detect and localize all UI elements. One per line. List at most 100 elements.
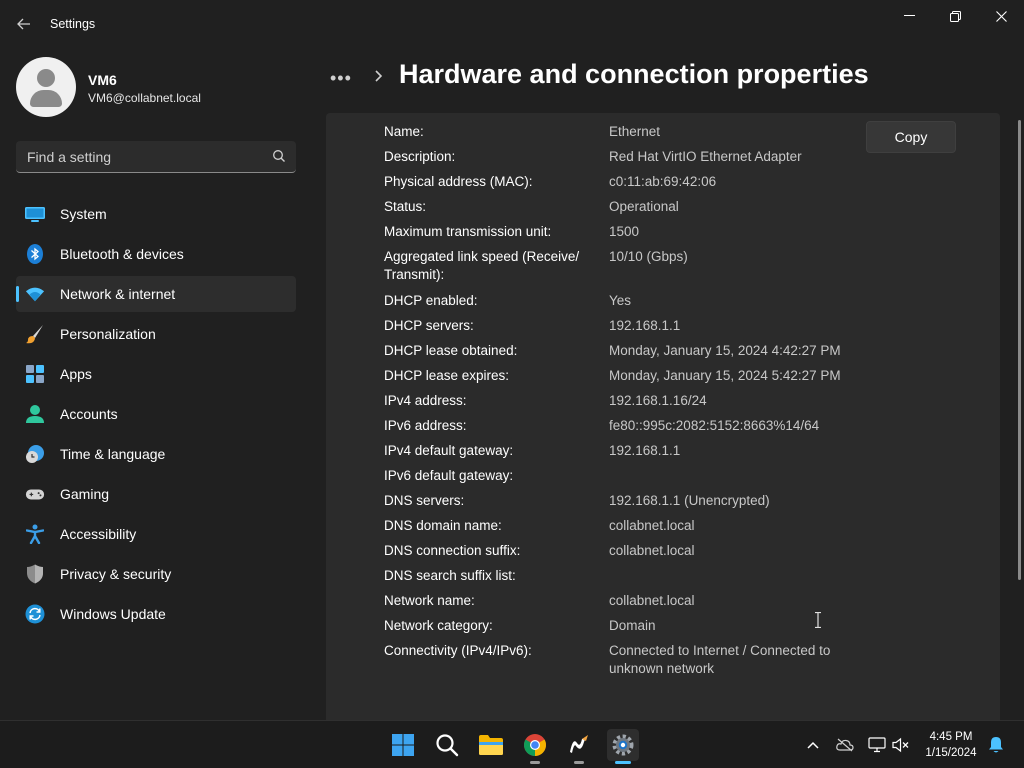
property-value: 192.168.1.1 (Unencrypted) <box>609 493 770 508</box>
property-value: c0:11:ab:69:42:06 <box>609 174 717 189</box>
property-label: DNS search suffix list: <box>384 568 516 583</box>
volume-muted-icon <box>892 737 909 753</box>
property-label: DNS connection suffix: <box>384 543 521 558</box>
property-value: Red Hat VirtIO Ethernet Adapter <box>609 149 802 164</box>
property-value: collabnet.local <box>609 543 695 558</box>
running-indicator <box>574 761 584 764</box>
property-label: DNS domain name: <box>384 518 502 533</box>
back-button[interactable] <box>10 10 38 38</box>
text-cursor-icon <box>815 612 821 628</box>
property-value: Connected to Internet / Connected to unk… <box>609 643 831 676</box>
person-icon <box>25 404 45 424</box>
apps-icon <box>25 364 45 384</box>
bluetooth-icon <box>25 244 45 264</box>
globe-clock-icon <box>25 444 45 464</box>
sidebar-item-network[interactable]: Network & internet <box>16 276 296 312</box>
shield-icon <box>25 564 45 584</box>
paintbrush-icon <box>25 324 45 344</box>
user-profile[interactable]: VM6 VM6@collabnet.local <box>16 57 296 119</box>
sidebar-item-label: Apps <box>60 366 92 382</box>
settings-button[interactable] <box>607 729 639 764</box>
property-value: 192.168.1.1 <box>609 318 681 333</box>
restore-icon <box>949 10 961 22</box>
sidebar-item-time-language[interactable]: Time & language <box>16 436 296 472</box>
tray-overflow-button[interactable] <box>803 735 823 755</box>
gamepad-icon <box>25 484 45 504</box>
sidebar-item-label: System <box>60 206 107 222</box>
property-label: Network name: <box>384 593 475 608</box>
copy-button[interactable]: Copy <box>866 121 956 153</box>
minimize-button[interactable] <box>886 0 932 32</box>
property-value: collabnet.local <box>609 518 695 533</box>
chevron-right-icon <box>375 70 383 82</box>
sidebar-item-apps[interactable]: Apps <box>16 356 296 392</box>
accessibility-icon <box>25 524 45 544</box>
sidebar-item-system[interactable]: System <box>16 196 296 232</box>
property-label: Connectivity (IPv4/IPv6): <box>384 643 532 658</box>
inkscape-button[interactable] <box>563 729 595 764</box>
search-icon[interactable] <box>272 149 286 163</box>
property-label: DHCP servers: <box>384 318 474 333</box>
wifi-icon <box>25 284 45 304</box>
chrome-icon <box>524 734 546 756</box>
search-input[interactable] <box>16 141 266 172</box>
property-value: Ethernet <box>609 124 661 139</box>
onedrive-tray-button[interactable] <box>835 735 855 755</box>
sidebar-item-privacy[interactable]: Privacy & security <box>16 556 296 592</box>
network-icon <box>868 737 886 753</box>
chevron-up-icon <box>807 741 819 749</box>
property-value: collabnet.local <box>609 593 695 608</box>
maximize-button[interactable] <box>932 0 978 32</box>
properties-card: Copy Name: Ethernet Description: Red Hat V… <box>326 113 1000 720</box>
avatar <box>16 57 76 117</box>
minimize-icon <box>903 15 915 16</box>
breadcrumb-more-button[interactable]: ••• <box>330 68 356 89</box>
property-value: 10/10 (Gbps) <box>609 249 688 264</box>
notifications-button[interactable] <box>986 735 1006 755</box>
sidebar-item-accounts[interactable]: Accounts <box>16 396 296 432</box>
property-value: Monday, January 15, 2024 4:42:27 PM <box>609 343 841 358</box>
chrome-button[interactable] <box>519 729 551 764</box>
sidebar-item-gaming[interactable]: Gaming <box>16 476 296 512</box>
property-label: Network category: <box>384 618 493 633</box>
network-tray-button[interactable] <box>867 735 887 755</box>
sidebar-item-label: Time & language <box>60 446 166 462</box>
monitor-icon <box>25 204 45 224</box>
file-explorer-button[interactable] <box>475 729 507 761</box>
property-label: DHCP lease obtained: <box>384 343 518 358</box>
sidebar-item-accessibility[interactable]: Accessibility <box>16 516 296 552</box>
scrollbar[interactable] <box>1018 120 1021 580</box>
sidebar-item-label: Bluetooth & devices <box>60 246 184 262</box>
sidebar-item-bluetooth[interactable]: Bluetooth & devices <box>16 236 296 272</box>
bell-icon <box>989 737 1003 753</box>
user-name: VM6 <box>88 72 117 88</box>
inkscape-icon <box>570 735 588 753</box>
property-label: Maximum transmission unit: <box>384 224 552 239</box>
user-email: VM6@collabnet.local <box>88 91 201 105</box>
sidebar-item-label: Privacy & security <box>60 566 172 582</box>
property-label: IPv4 address: <box>384 393 467 408</box>
page-title: Hardware and connection properties <box>399 59 869 89</box>
property-label: Name: <box>384 124 424 139</box>
property-label: Description: <box>384 149 456 164</box>
volume-tray-button[interactable] <box>891 735 911 755</box>
search-icon <box>436 734 459 757</box>
start-icon <box>392 734 414 756</box>
taskbar-clock[interactable]: 4:45 PM 1/15/2024 <box>918 729 984 761</box>
sidebar-item-personalization[interactable]: Personalization <box>16 316 296 352</box>
property-value: 192.168.1.1 <box>609 443 681 458</box>
taskbar-search-button[interactable] <box>431 729 463 761</box>
sidebar-item-label: Network & internet <box>60 286 176 302</box>
sidebar-nav: System Bluetooth & devices Network & int… <box>16 196 296 636</box>
property-label: IPv4 default gateway: <box>384 443 514 458</box>
start-button[interactable] <box>387 729 419 761</box>
sidebar-item-windows-update[interactable]: Windows Update <box>16 596 296 632</box>
close-button[interactable] <box>978 0 1024 32</box>
property-label: Physical address (MAC): <box>384 174 533 189</box>
sidebar-item-label: Windows Update <box>60 606 166 622</box>
sidebar-item-label: Accounts <box>60 406 118 422</box>
arrow-left-icon <box>17 18 30 30</box>
update-icon <box>25 604 45 624</box>
app-title: Settings <box>50 17 96 31</box>
search-box <box>16 141 296 173</box>
